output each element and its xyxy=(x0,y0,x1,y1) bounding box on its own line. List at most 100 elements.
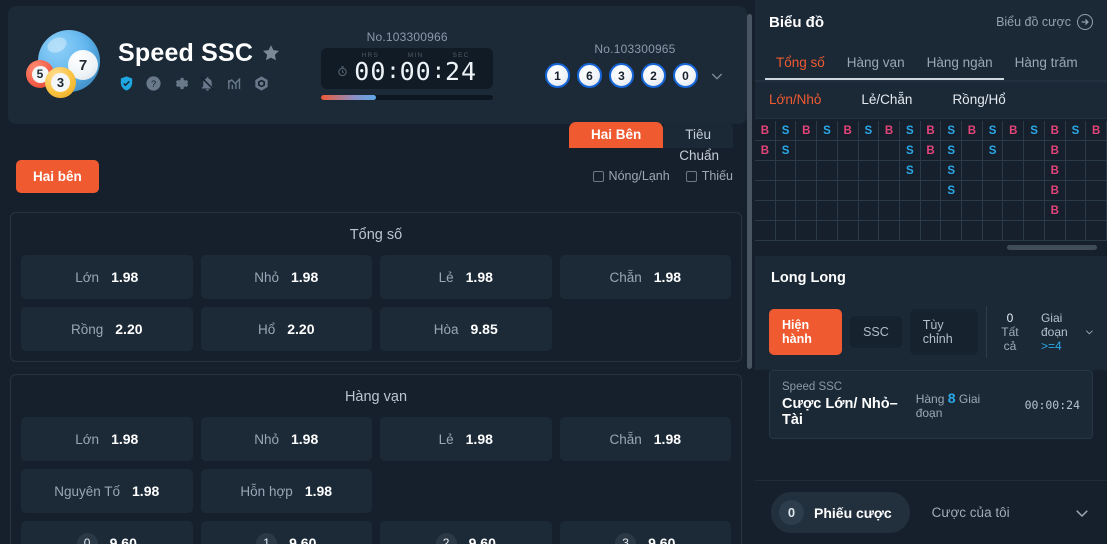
chart-panel-header: Biểu đồ Biểu đồ cược xyxy=(755,0,1107,44)
bet-cell-nho[interactable]: Nhỏ 1.98 xyxy=(200,417,372,461)
game-header: 7 5 3 Speed SSC ? No.103300966 HRS 00: … xyxy=(8,6,747,124)
filter-tuy-chinh[interactable]: Tùy chỉnh xyxy=(909,309,978,355)
bet-cell-chan[interactable]: Chẵn 1.98 xyxy=(559,255,731,299)
bet-cell-placeholder xyxy=(380,469,552,513)
result-ball: 3 xyxy=(609,63,634,88)
result-ball: 6 xyxy=(577,63,602,88)
bet-cell-number-1[interactable]: 1 9.60 xyxy=(200,521,372,544)
chart-subtab-le-chan[interactable]: Lẻ/Chẵn xyxy=(861,82,912,118)
chart-icon[interactable] xyxy=(226,75,243,92)
filter-count[interactable]: 0 Tất cả xyxy=(985,306,1033,358)
road-cell-empty xyxy=(1003,161,1025,181)
bet-row: Nguyên Tố 1.98 Hỗn hợp 1.98 xyxy=(11,469,741,513)
chart-subtab-rong-ho[interactable]: Rồng/Hổ xyxy=(952,82,1005,118)
stage-dropdown[interactable]: Giai đoạn >=4 xyxy=(1041,311,1095,353)
bet-cell-nho[interactable]: Nhỏ 1.98 xyxy=(200,255,372,299)
bet-slip-button[interactable]: 0 Phiếu cược xyxy=(771,492,910,533)
road-cell-b: B xyxy=(879,121,900,141)
bet-cell-number-0[interactable]: 0 9.60 xyxy=(21,521,193,544)
road-cell-empty xyxy=(899,181,921,201)
road-cell-empty xyxy=(796,201,818,221)
bet-cell-number-3[interactable]: 3 9.60 xyxy=(559,521,731,544)
bet-odd: 2.20 xyxy=(287,321,315,337)
road-cell-b: B xyxy=(1044,121,1066,141)
road-cell-empty xyxy=(941,201,963,221)
tab-tieu-chuan[interactable]: Tiêu xyxy=(663,122,733,148)
bet-cell-le[interactable]: Lẻ 1.98 xyxy=(380,417,552,461)
help-circle-icon[interactable]: ? xyxy=(145,75,162,92)
bet-cell-lon[interactable]: Lớn 1.98 xyxy=(21,255,193,299)
chevron-down-icon[interactable] xyxy=(1073,504,1091,522)
road-cell-empty xyxy=(920,201,942,221)
road-cell-empty xyxy=(775,221,797,241)
checkbox-nong-lanh[interactable]: Nóng/Lạnh xyxy=(592,169,670,183)
filter-hien-hanh[interactable]: Hiện hành xyxy=(769,309,843,355)
road-cell-empty xyxy=(1086,221,1107,241)
bet-cell-ho[interactable]: Hổ 2.20 xyxy=(200,307,372,351)
shield-check-icon[interactable] xyxy=(118,75,135,92)
bet-slip-bar: 0 Phiếu cược Cược của tôi xyxy=(755,480,1107,544)
timer-minutes-value: 00 xyxy=(399,57,432,86)
road-cell-empty xyxy=(796,161,818,181)
tab-tieu-chuan-subtitle: Chuẩn xyxy=(679,148,719,163)
list-item-meta: Hàng 8 Giai đoạn 00:00:24 xyxy=(916,390,1080,420)
road-cell-empty xyxy=(1024,161,1045,181)
road-cell-b: B xyxy=(796,121,818,141)
bet-name: Hổ xyxy=(257,321,276,337)
chevron-down-icon[interactable] xyxy=(709,68,725,84)
road-cell-empty xyxy=(879,221,900,241)
chart-tab-hang-tram[interactable]: Hàng trăm xyxy=(1004,44,1089,80)
road-cell-empty xyxy=(1024,201,1045,221)
road-cell-empty xyxy=(879,181,900,201)
bet-odd: 1.98 xyxy=(291,431,319,447)
bet-odd: 1.98 xyxy=(291,269,319,285)
filter-ssc[interactable]: SSC xyxy=(850,316,902,348)
road-cell-empty xyxy=(1044,221,1066,241)
tab-hai-ben[interactable]: Hai Bên xyxy=(568,122,664,148)
road-cell-empty xyxy=(817,201,838,221)
bet-chart-link[interactable]: Biểu đồ cược xyxy=(996,14,1093,30)
hexagon-icon[interactable] xyxy=(253,75,270,92)
road-cell-empty xyxy=(775,201,797,221)
svg-text:?: ? xyxy=(151,79,156,89)
bell-off-icon[interactable] xyxy=(199,75,216,92)
bet-cell-number-2[interactable]: 2 9.60 xyxy=(380,521,552,544)
gear-icon[interactable] xyxy=(172,75,189,92)
road-cell-empty xyxy=(837,141,859,161)
last-period-number: No.103300965 xyxy=(594,42,676,56)
checkbox-label: Thiếu xyxy=(701,169,733,183)
bet-cell-le[interactable]: Lẻ 1.98 xyxy=(380,255,552,299)
hai-ben-button[interactable]: Hai bên xyxy=(16,160,99,193)
bet-cell-hon-hop[interactable]: Hỗn hợp 1.98 xyxy=(200,469,372,513)
road-cell-empty xyxy=(941,221,963,241)
road-cell-empty xyxy=(920,181,942,201)
road-cell-empty xyxy=(817,161,838,181)
road-cell-s: S xyxy=(941,141,963,161)
road-cell-s: S xyxy=(1024,121,1045,141)
road-cell-empty xyxy=(982,181,1004,201)
chart-subtab-lon-nho[interactable]: Lớn/Nhỏ xyxy=(769,82,821,118)
road-horizontal-scrollbar[interactable] xyxy=(1007,245,1097,250)
side-panel: Biểu đồ Biểu đồ cược Tổng số Hàng vạn Hà… xyxy=(755,0,1107,544)
chart-tab-hang-ngan[interactable]: Hàng ngàn xyxy=(916,44,1004,80)
long-long-list-item[interactable]: Speed SSC Cược Lớn/ Nhỏ–Tài Hàng 8 Giai … xyxy=(769,370,1093,439)
road-cell-s: S xyxy=(899,121,921,141)
road-cell-empty xyxy=(858,141,880,161)
bet-name: Chẵn xyxy=(609,269,642,285)
bet-cell-nguyen-to[interactable]: Nguyên Tố 1.98 xyxy=(21,469,193,513)
road-cell-empty xyxy=(1003,181,1025,201)
star-icon[interactable] xyxy=(261,43,281,63)
bet-cell-chan[interactable]: Chẵn 1.98 xyxy=(559,417,731,461)
checkbox-thieu[interactable]: Thiếu xyxy=(685,169,733,183)
bet-cell-lon[interactable]: Lớn 1.98 xyxy=(21,417,193,461)
bet-cell-rong[interactable]: Rồng 2.20 xyxy=(21,307,193,351)
road-cell-s: S xyxy=(1065,121,1087,141)
chart-tab-hang-van[interactable]: Hàng vạn xyxy=(836,44,916,80)
chart-tab-tong-so[interactable]: Tổng số xyxy=(765,44,836,80)
my-bets-tab[interactable]: Cược của tôi xyxy=(932,505,1010,520)
road-cell-s: S xyxy=(858,121,880,141)
bet-cell-hoa[interactable]: Hòa 9.85 xyxy=(380,307,552,351)
road-cell-empty xyxy=(1065,141,1087,161)
left-scrollbar[interactable] xyxy=(747,14,752,369)
road-cell-empty xyxy=(962,181,983,201)
